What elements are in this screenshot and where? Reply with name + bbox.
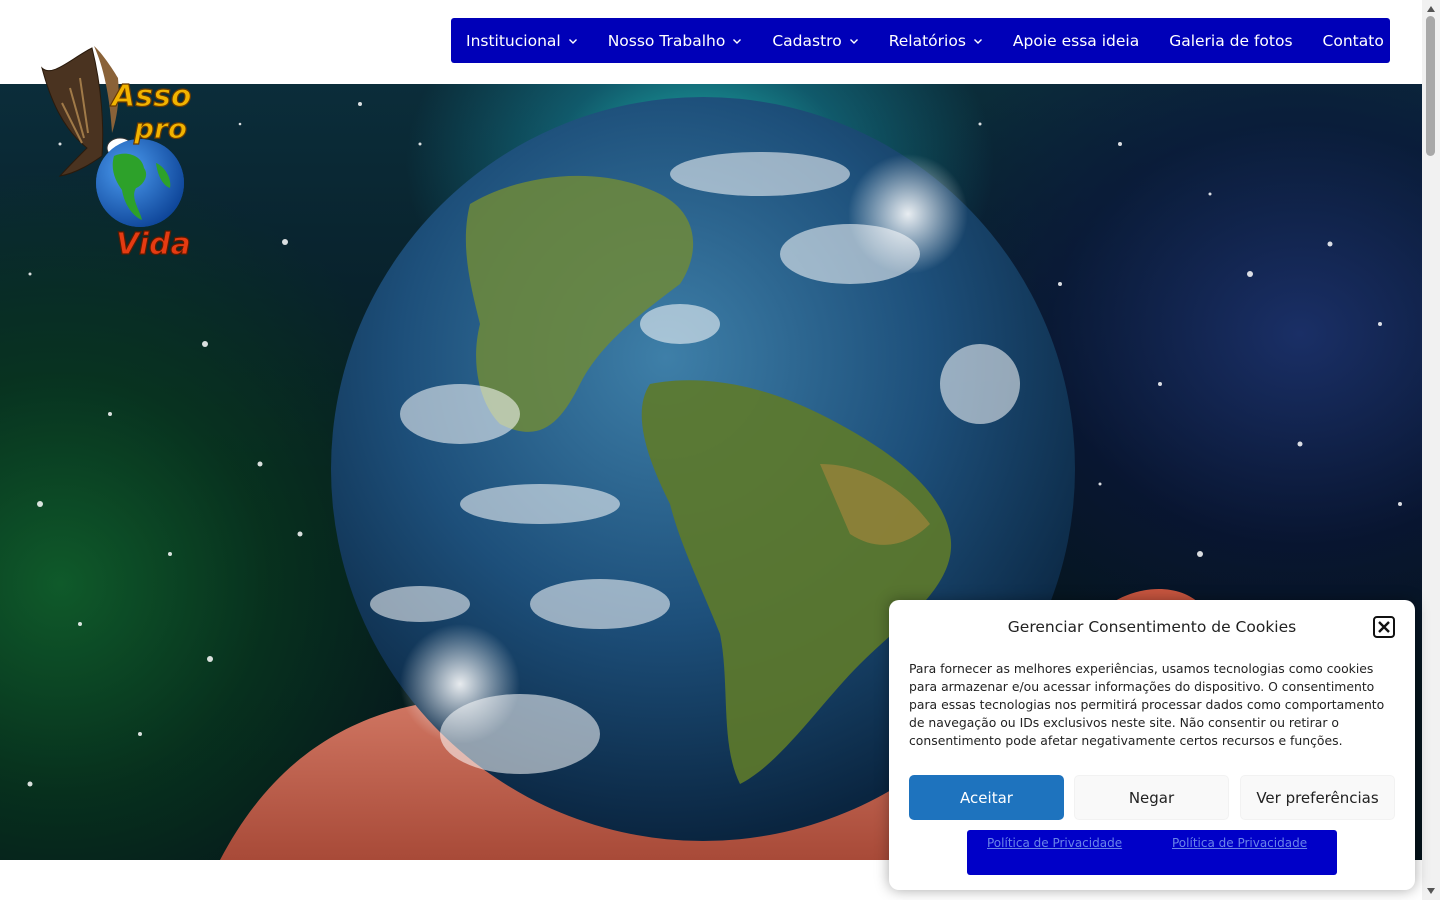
nav-item-relatorios[interactable]: Relatórios (889, 32, 983, 50)
nav-item-nosso-trabalho[interactable]: Nosso Trabalho (608, 32, 743, 50)
scrollbar-thumb[interactable] (1426, 16, 1435, 156)
preferences-button[interactable]: Ver preferências (1240, 775, 1395, 820)
nav-item-institucional[interactable]: Institucional (466, 32, 578, 50)
chevron-down-icon (973, 36, 983, 46)
deny-button[interactable]: Negar (1074, 775, 1229, 820)
cookie-dialog-title: Gerenciar Consentimento de Cookies (1007, 618, 1297, 636)
nav-item-label: Relatórios (888, 31, 966, 50)
site-header: Institucional Nosso Trabalho Cadastro Re… (0, 0, 1422, 84)
page-scrollbar[interactable] (1422, 0, 1440, 900)
privacy-policy-link[interactable]: Política de Privacidade (987, 836, 1122, 850)
chevron-down-icon (732, 36, 742, 46)
nav-item-galeria[interactable]: Galeria de fotos (1169, 32, 1292, 50)
nav-item-cadastro[interactable]: Cadastro (772, 32, 858, 50)
nav-item-apoie[interactable]: Apoie essa ideia (1013, 32, 1139, 50)
cookie-consent-dialog: Gerenciar Consentimento de Cookies Para … (889, 600, 1415, 890)
nav-item-label: Galeria de fotos (1169, 31, 1293, 50)
cookie-dialog-text: Para fornecer as melhores experiências, … (909, 661, 1385, 748)
chevron-down-icon (568, 36, 578, 46)
nav-item-label: Nosso Trabalho (607, 31, 726, 50)
scroll-up-arrow-icon[interactable] (1422, 2, 1440, 16)
nav-item-label: Cadastro (772, 31, 842, 50)
chevron-down-icon (849, 36, 859, 46)
nav-item-label: Institucional (466, 31, 561, 50)
main-navigation: Institucional Nosso Trabalho Cadastro Re… (451, 18, 1390, 63)
site-logo[interactable]: Asso pro Vida (32, 38, 197, 263)
logo-text-asso: Asso (110, 79, 192, 114)
accept-button[interactable]: Aceitar (909, 775, 1064, 820)
logo-text-vida: Vida (116, 227, 191, 262)
nav-item-contato[interactable]: Contato (1323, 32, 1384, 50)
logo-text-pro: pro (133, 112, 187, 145)
scroll-down-arrow-icon[interactable] (1422, 884, 1440, 898)
nav-item-label: Apoie essa ideia (1012, 31, 1140, 50)
privacy-policy-link-2[interactable]: Política de Privacidade (1172, 836, 1307, 850)
cookie-links-bar: Política de Privacidade Política de Priv… (967, 830, 1337, 875)
close-icon[interactable] (1373, 616, 1395, 638)
nav-item-label: Contato (1322, 31, 1384, 50)
